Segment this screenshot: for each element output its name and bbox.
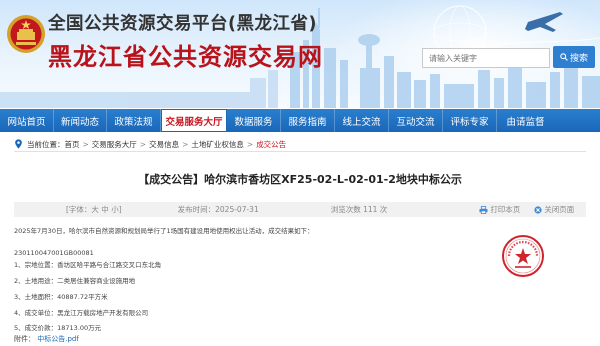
breadcrumb: 当前位置： 首页 > 交易服务大厅 > 交易信息 > 土地矿业权信息 > 成交公… (14, 138, 286, 150)
nav-item-supervision[interactable]: 由请监督 (497, 109, 554, 132)
breadcrumb-current[interactable]: 成交公告 (256, 139, 286, 150)
printer-icon (479, 205, 488, 214)
breadcrumb-separator: > (246, 139, 254, 149)
attachment-line: 附件： 中标公告.pdf (14, 334, 79, 344)
detail-price: 5、成交价款：18713.00万元 (14, 324, 102, 332)
search-input[interactable] (422, 48, 550, 68)
view-count: 浏览次数 111 次 (330, 205, 388, 214)
attachment-link[interactable]: 中标公告.pdf (37, 335, 79, 343)
breadcrumb-separator: > (182, 139, 189, 149)
breadcrumb-divider (14, 151, 586, 152)
location-pin-icon (15, 139, 22, 149)
detail-winner: 4、成交单位：黑龙江万载房地产开发有限公司 (14, 309, 149, 317)
article-meta-bar: [字体：大 中 小] 发布时间：2025-07-31 浏览次数 111 次 打印… (14, 202, 586, 217)
parcel-code: 230110047001GB00081 (14, 249, 94, 257)
print-page-button[interactable]: 打印本页 (479, 204, 520, 215)
nav-item-service-guide[interactable]: 服务指南 (281, 109, 335, 132)
nav-item-trading-hall[interactable]: 交易服务大厅 (161, 109, 227, 132)
attachment-label: 附件： (14, 335, 35, 343)
breadcrumb-separator: > (82, 139, 89, 149)
breadcrumb-prefix: 当前位置： (27, 139, 65, 149)
close-page-button[interactable]: 关闭页面 (534, 204, 574, 215)
breadcrumb-separator: > (139, 139, 147, 149)
national-emblem-logo (7, 15, 45, 53)
main-nav: 网站首页 新闻动态 政策法规 交易服务大厅 数据服务 服务指南 线上交流 互动交… (0, 109, 600, 132)
publish-date: 发布时间：2025-07-31 (177, 205, 259, 214)
breadcrumb-link-land-mining[interactable]: 土地矿业权信息 (191, 139, 244, 150)
search-icon (560, 53, 568, 61)
font-size-selector[interactable]: [字体：大 中 小] (66, 204, 122, 215)
detail-location: 1、宗地位置：香坊区哈平路与合江路交叉口东北角 (14, 261, 162, 269)
detail-area: 3、土地面积：40887.72平方米 (14, 293, 108, 301)
nav-item-policy[interactable]: 政策法规 (107, 109, 161, 132)
nav-item-data-service[interactable]: 数据服务 (227, 109, 281, 132)
close-page-label: 关闭页面 (544, 205, 575, 214)
search-button[interactable]: 搜索 (553, 46, 595, 68)
official-seal-stamp (502, 235, 544, 277)
close-icon (534, 205, 542, 214)
breadcrumb-link-home[interactable]: 首页 (65, 139, 80, 150)
breadcrumb-link-trading-hall[interactable]: 交易服务大厅 (92, 139, 137, 150)
article-intro: 2025年7月30日，哈尔滨市自然资源和规划局举行了1场国有建设用地使用权出让活… (14, 227, 314, 235)
nav-item-news[interactable]: 新闻动态 (54, 109, 107, 132)
header-banner: 全国公共资源交易平台(黑龙江省) 黑龙江省公共资源交易网 搜索 (0, 0, 600, 108)
site-title: 全国公共资源交易平台(黑龙江省) (48, 14, 317, 34)
nav-item-interaction[interactable]: 互动交流 (389, 109, 443, 132)
nav-item-experts[interactable]: 评标专家 (443, 109, 497, 132)
breadcrumb-link-trading-info[interactable]: 交易信息 (149, 139, 179, 150)
article-title: 【成交公告】哈尔滨市香坊区XF25-02-L-02-01-2地块中标公示 (138, 173, 462, 186)
search-button-label: 搜索 (569, 52, 588, 63)
nav-item-online-exchange[interactable]: 线上交流 (335, 109, 389, 132)
detail-land-use: 2、土地用途：二类居住兼容商业设施用地 (14, 277, 136, 285)
print-page-label: 打印本页 (490, 205, 521, 214)
site-name: 黑龙江省公共资源交易网 (48, 43, 323, 71)
nav-item-home[interactable]: 网站首页 (0, 109, 54, 132)
